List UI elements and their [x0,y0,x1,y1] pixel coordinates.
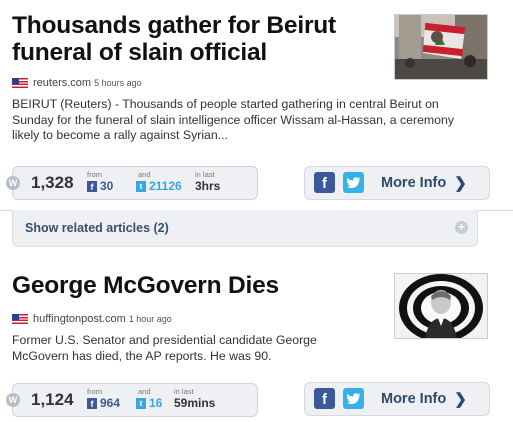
from-label: from [87,387,102,396]
facebook-share-button[interactable]: f [314,172,335,193]
in-last-label: in last [174,387,194,396]
us-flag-icon [12,78,28,88]
twitter-bird-icon [346,177,361,189]
twitter-share-button[interactable] [343,172,364,193]
article-summary: BEIRUT (Reuters) - Thousands of people s… [12,97,454,142]
total-shares: 1,124 [31,390,74,409]
source-name[interactable]: reuters.com [33,77,91,89]
article-card: George McGovern Dies huffingtonpost.com … [0,262,513,422]
facebook-share-button[interactable]: f [314,388,335,409]
article-summary: Former U.S. Senator and presidential can… [12,333,317,363]
article-time: 5 hours ago [94,78,142,88]
show-related-button[interactable]: Show related articles (2) + [12,210,478,247]
article-headline[interactable]: George McGovern Dies [12,272,372,299]
twitter-count-value: 16 [149,396,163,410]
more-info-link[interactable]: More Info ❯ [381,390,467,408]
share-actions: f More Info ❯ [304,382,490,416]
article-thumbnail[interactable] [394,273,488,339]
chevron-right-icon: ❯ [454,391,467,408]
related-label: Show related articles (2) [25,221,169,235]
source-name[interactable]: huffingtonpost.com [33,313,126,325]
in-last-label: in last [195,170,215,179]
share-stats: W 1,328 from f 30 and t 21126 in last 3h… [6,166,258,200]
more-info-link[interactable]: More Info ❯ [381,174,467,192]
more-info-label: More Info [381,175,447,191]
facebook-count-value: 30 [100,179,114,193]
article-source: reuters.com 5 hours ago [12,77,142,89]
article-source: huffingtonpost.com 1 hour ago [12,313,172,325]
article-thumbnail[interactable] [394,14,488,80]
chevron-right-icon: ❯ [454,175,467,192]
article-time: 1 hour ago [128,314,172,324]
facebook-share-count: f 964 [87,396,120,410]
and-label: and [138,387,151,396]
w-icon: W [6,176,20,190]
plus-icon: + [455,221,468,234]
w-icon: W [6,393,20,407]
duration: 3hrs [195,179,221,193]
twitter-icon: t [136,397,146,409]
article-headline[interactable]: Thousands gather for Beirut funeral of s… [12,12,372,66]
twitter-count-value: 21126 [149,179,182,193]
more-info-label: More Info [381,391,447,407]
twitter-icon: t [136,180,146,192]
share-actions: f More Info ❯ [304,166,490,200]
duration: 59mins [174,396,216,410]
total-shares: 1,328 [31,173,74,192]
twitter-share-button[interactable] [343,388,364,409]
facebook-icon: f [87,180,97,192]
twitter-share-count: t 16 [136,396,162,410]
from-label: from [87,170,102,179]
twitter-bird-icon [346,393,361,405]
facebook-share-count: f 30 [87,179,113,193]
twitter-share-count: t 21126 [136,179,182,193]
facebook-count-value: 964 [100,396,121,410]
and-label: and [138,170,151,179]
us-flag-icon [12,314,28,324]
facebook-icon: f [87,397,97,409]
share-stats: W 1,124 from f 964 and t 16 in last 59mi… [6,383,258,417]
